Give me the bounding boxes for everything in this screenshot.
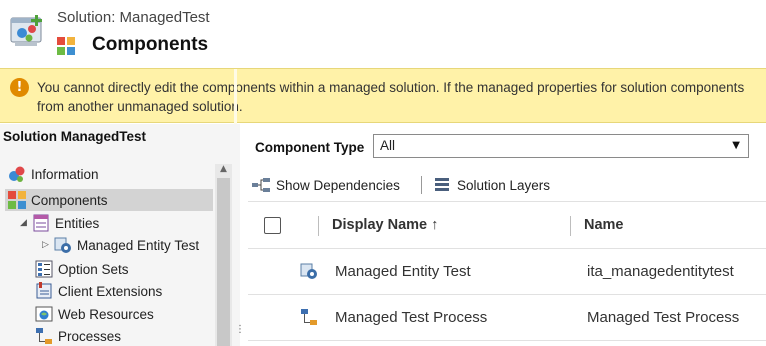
nav-scroll-thumb[interactable] [217,178,230,346]
column-separator [318,216,319,236]
managed-solution-warning-banner: ! You cannot directly edit the component… [0,68,766,124]
nav-item-managed-entity-test[interactable]: ▷ Managed Entity Test [42,234,213,256]
grid-header: Display Name ↑ Name [248,201,766,249]
header: Solution: ManagedTest Components [0,0,766,68]
nav-item-label: Web Resources [58,306,154,322]
main-content: Component Type All ▼ Show Dependencies S… [248,124,766,346]
table-row[interactable]: Managed Test Process Managed Test Proces… [248,295,766,341]
warning-text-line-1: You cannot directly edit the components … [37,80,745,95]
select-all-checkbox[interactable] [264,217,281,234]
component-type-select[interactable]: All ▼ [373,134,749,158]
solution-wizard-icon [10,15,42,46]
solution-navigation: Solution ManagedTest Information Compone… [0,124,240,346]
web-resources-icon [35,306,53,322]
solution-label: Solution: ManagedTest [57,9,210,26]
show-dependencies-button[interactable]: Show Dependencies [252,173,400,197]
nav-item-label: Components [31,192,108,208]
nav-item-label: Processes [58,328,122,344]
column-separator [570,216,571,236]
resize-grip-icon[interactable]: ⋮ [235,325,245,345]
nav-item-client-extensions[interactable]: Client Extensions [35,280,213,302]
cell-name: ita_managedentitytest [587,263,734,280]
nav-item-web-resources[interactable]: Web Resources [35,303,213,325]
client-extensions-icon [36,282,52,299]
dropdown-arrow-icon: ▼ [732,140,740,151]
column-header-name[interactable]: Name [584,217,624,233]
navigation-title: Solution ManagedTest [3,129,147,144]
nav-item-label: Option Sets [58,261,129,277]
entities-icon [33,214,49,232]
page-title: Components [92,34,209,55]
option-sets-icon [35,260,53,278]
show-dependencies-label: Show Dependencies [276,177,400,193]
nav-item-entities[interactable]: ◢ Entities [20,212,213,234]
component-type-value: All [380,138,396,153]
toolbar: Show Dependencies Solution Layers [248,173,766,197]
entity-gear-icon [300,263,317,279]
cell-name: Managed Test Process [587,309,740,326]
components-icon [8,191,26,209]
component-type-label: Component Type [255,140,365,155]
column-header-display-name[interactable]: Display Name ↑ [332,217,438,233]
warning-text-line-2: from another unmanaged solution. [37,99,243,114]
nav-item-label: Managed Entity Test [77,237,200,253]
warning-text: You cannot directly edit the components … [37,78,766,116]
cell-display-name: Managed Test Process [335,309,488,326]
processes-icon [36,328,52,344]
warning-icon: ! [10,78,29,97]
components-grid-icon [57,37,75,55]
nav-scrollbar[interactable]: ▲ [215,164,232,346]
dependencies-icon [252,178,270,192]
solution-layers-button[interactable]: Solution Layers [433,173,550,197]
nav-item-label: Entities [55,215,100,231]
panel-splitter [234,69,237,124]
expand-arrow-icon[interactable]: ▷ [42,240,54,250]
cell-display-name: Managed Entity Test [335,263,471,280]
nav-item-label: Client Extensions [58,283,163,299]
collapse-arrow-icon[interactable]: ◢ [20,218,32,228]
table-row[interactable]: Managed Entity Test ita_managedentitytes… [248,249,766,295]
nav-item-processes[interactable]: Processes [35,325,213,346]
nav-item-information[interactable]: Information [8,163,213,185]
nav-item-option-sets[interactable]: Option Sets [35,258,213,280]
entity-gear-icon [54,237,71,253]
toolbar-separator [421,176,422,194]
nav-item-components[interactable]: Components [5,189,213,211]
process-flow-icon [301,309,317,325]
information-icon [9,166,25,182]
components-grid: Display Name ↑ Name Managed Entity Test … [248,201,766,346]
layers-icon [435,178,449,191]
scroll-up-arrow-icon[interactable]: ▲ [215,164,232,178]
solution-layers-label: Solution Layers [457,177,551,193]
nav-item-label: Information [31,166,99,182]
